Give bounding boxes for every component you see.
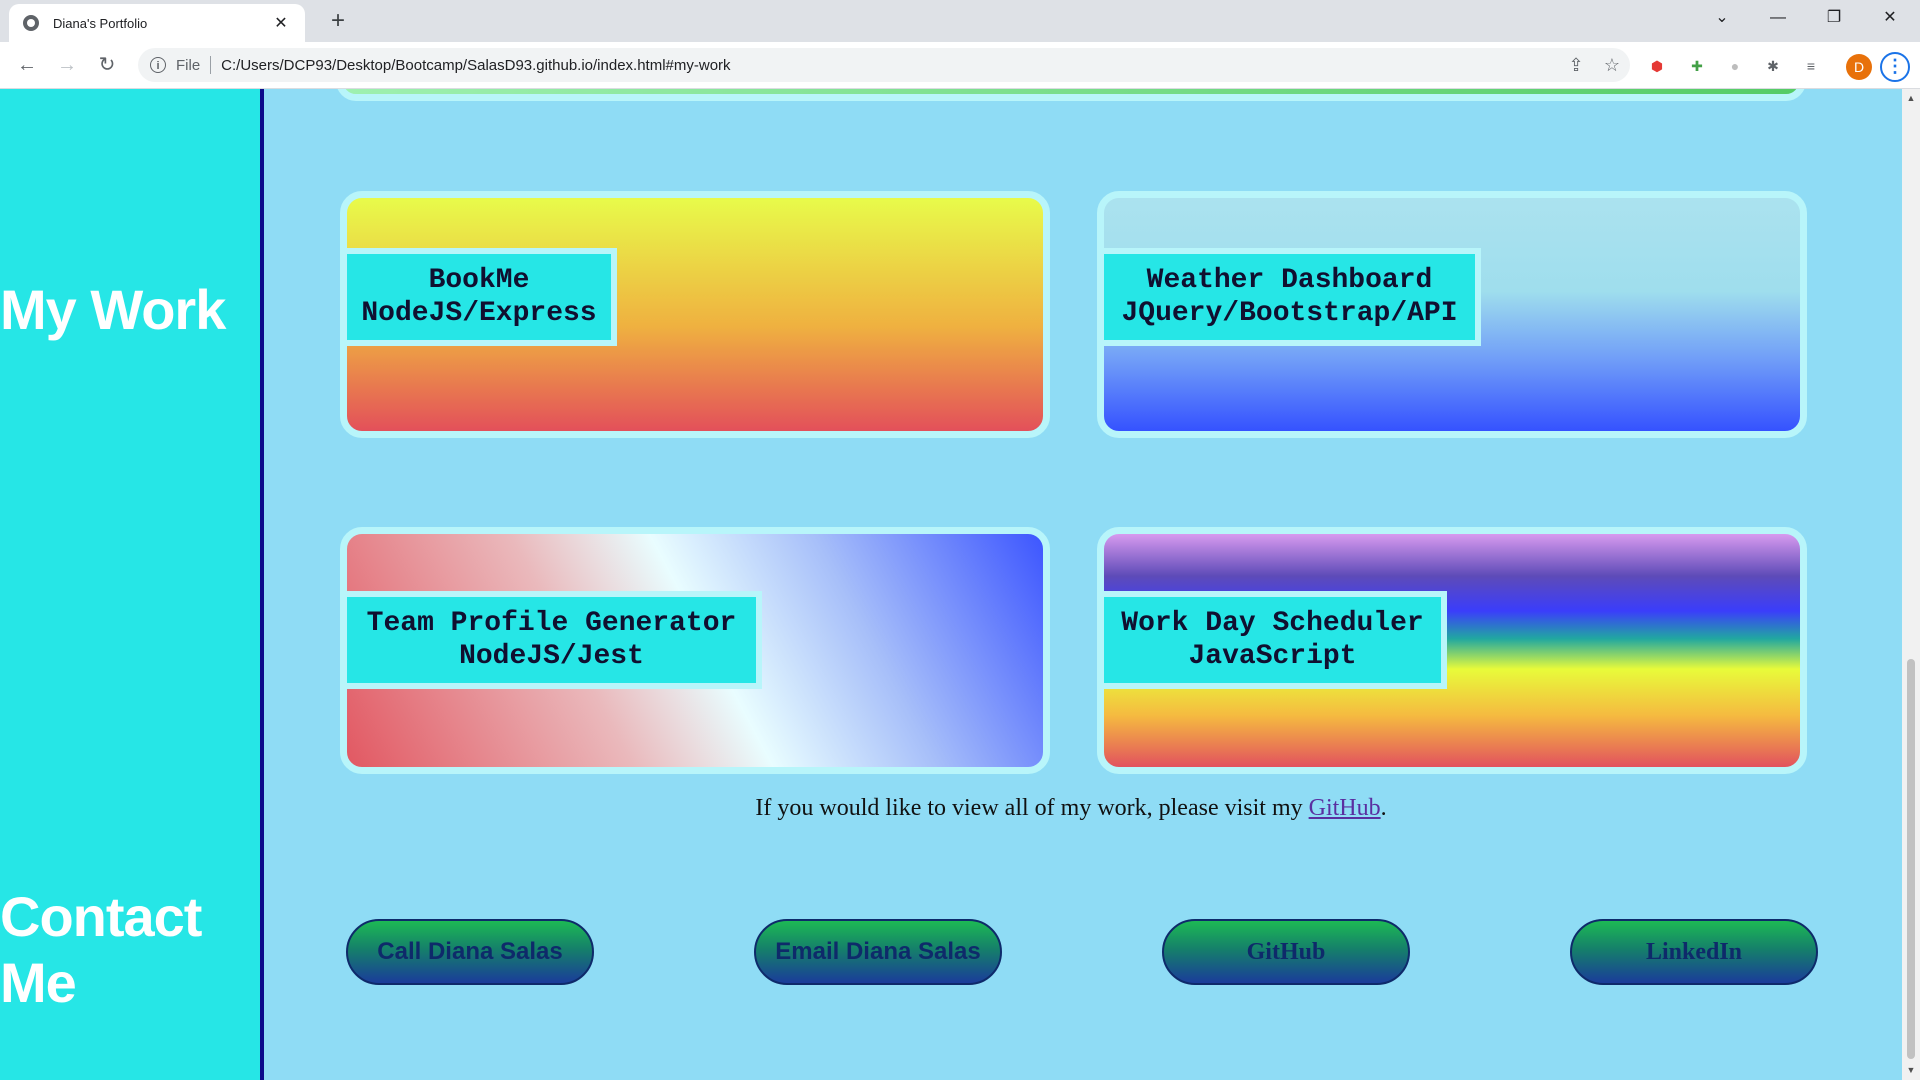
- project-name: BookMe: [428, 265, 530, 296]
- profile-avatar[interactable]: D: [1846, 54, 1872, 80]
- minimize-button[interactable]: —: [1750, 0, 1806, 36]
- linkedin-button[interactable]: LinkedIn: [1570, 919, 1818, 985]
- browser-tab[interactable]: Diana's Portfolio ✕: [9, 4, 305, 42]
- extension-icon-3[interactable]: ●: [1724, 55, 1746, 77]
- project-tech: NodeJS/Express: [361, 298, 597, 329]
- new-tab-button[interactable]: +: [324, 8, 352, 36]
- project-card-partial[interactable]: [336, 89, 1806, 101]
- omnibox-divider: [210, 56, 212, 74]
- project-label-weather-dashboard[interactable]: Weather Dashboard JQuery/Bootstrap/API: [1104, 248, 1481, 346]
- scroll-up-arrow-icon[interactable]: ▲: [1902, 93, 1920, 103]
- back-arrow-icon[interactable]: ←: [12, 50, 42, 80]
- globe-icon: [23, 15, 39, 31]
- project-label-bookme[interactable]: BookMe NodeJS/Express: [347, 248, 617, 346]
- bookmark-star-icon[interactable]: ☆: [1594, 55, 1630, 76]
- close-window-button[interactable]: ✕: [1862, 0, 1918, 36]
- page-scrollbar[interactable]: ▲ ▼: [1902, 89, 1920, 1080]
- project-label-work-day-scheduler[interactable]: Work Day Scheduler JavaScript: [1104, 591, 1447, 689]
- menu-kebab-icon[interactable]: ⋮: [1880, 52, 1910, 82]
- project-card-weather-dashboard[interactable]: Weather Dashboard JQuery/Bootstrap/API: [1097, 191, 1807, 438]
- extensions-puzzle-icon[interactable]: ✱: [1762, 55, 1784, 77]
- scroll-down-arrow-icon[interactable]: ▼: [1902, 1065, 1920, 1075]
- tab-search-chevron-icon[interactable]: ⌄: [1694, 0, 1750, 36]
- project-card-work-day-scheduler[interactable]: Work Day Scheduler JavaScript: [1097, 527, 1807, 774]
- project-tech: NodeJS/Jest: [459, 641, 644, 672]
- page-viewport: My Work Contact Me BookMe NodeJS/Express…: [0, 89, 1902, 1080]
- extension-icon-1[interactable]: ⬢: [1646, 55, 1668, 77]
- project-tech: JavaScript: [1188, 641, 1357, 672]
- visit-period: .: [1380, 795, 1387, 821]
- project-card-bookme[interactable]: BookMe NodeJS/Express: [340, 191, 1050, 438]
- address-bar[interactable]: i File C:/Users/DCP93/Desktop/Bootcamp/S…: [138, 48, 1630, 82]
- project-card-team-profile-generator[interactable]: Team Profile Generator NodeJS/Jest: [340, 527, 1050, 774]
- visit-text: If you would like to view all of my work…: [755, 795, 1309, 821]
- project-label-team-profile-generator[interactable]: Team Profile Generator NodeJS/Jest: [347, 591, 762, 689]
- extension-icon-2[interactable]: ✚: [1686, 55, 1708, 77]
- github-link[interactable]: GitHub: [1309, 795, 1381, 821]
- project-name: Work Day Scheduler: [1121, 608, 1424, 639]
- sidebar: My Work Contact Me: [0, 89, 264, 1080]
- my-work-heading: My Work: [0, 278, 226, 341]
- email-button[interactable]: Email Diana Salas: [754, 919, 1002, 985]
- browser-toolbar: ← → ↻ i File C:/Users/DCP93/Desktop/Boot…: [0, 42, 1920, 89]
- contact-me-heading-line-2: Me: [0, 951, 77, 1014]
- contact-me-heading-line-1: Contact: [0, 885, 202, 948]
- contact-me-heading: Contact Me: [0, 884, 202, 1016]
- reading-list-icon[interactable]: ≡: [1800, 55, 1822, 77]
- scrollbar-thumb[interactable]: [1907, 659, 1915, 1059]
- github-button[interactable]: GitHub: [1162, 919, 1410, 985]
- project-name: Weather Dashboard: [1146, 265, 1433, 296]
- restore-button[interactable]: ❐: [1806, 0, 1862, 36]
- tab-close-button[interactable]: ✕: [271, 13, 291, 33]
- project-name: Team Profile Generator: [366, 608, 737, 639]
- url-text[interactable]: C:/Users/DCP93/Desktop/Bootcamp/SalasD93…: [221, 57, 1558, 74]
- scheme-label: File: [176, 56, 201, 74]
- reload-icon[interactable]: ↻: [92, 50, 122, 80]
- view-all-work-text: If you would like to view all of my work…: [336, 795, 1806, 822]
- browser-tab-strip: Diana's Portfolio ✕ + ⌄ — ❐ ✕: [0, 0, 1920, 42]
- share-icon[interactable]: ⇪: [1558, 55, 1594, 76]
- call-button[interactable]: Call Diana Salas: [346, 919, 594, 985]
- forward-arrow-icon[interactable]: →: [52, 50, 82, 80]
- project-tech: JQuery/Bootstrap/API: [1121, 298, 1458, 329]
- tab-title: Diana's Portfolio: [53, 15, 148, 31]
- info-icon[interactable]: i: [150, 57, 166, 73]
